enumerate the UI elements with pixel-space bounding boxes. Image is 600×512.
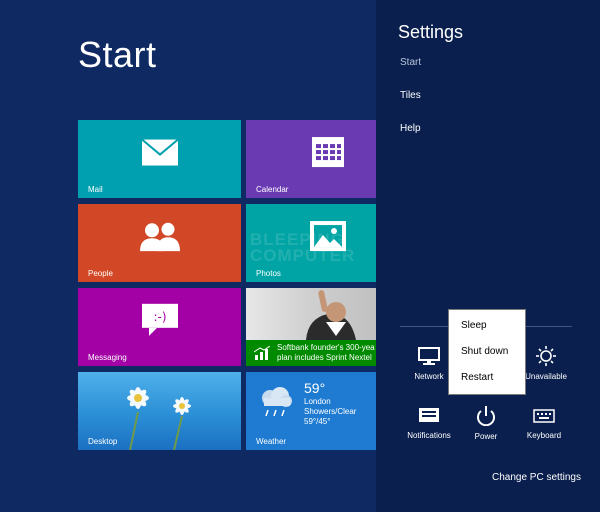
shutdown-option[interactable]: Shut down bbox=[461, 346, 508, 357]
messaging-icon: :-) bbox=[141, 303, 179, 342]
calendar-icon bbox=[311, 136, 345, 173]
tile-mail[interactable]: Mail bbox=[78, 120, 241, 198]
weather-rain-icon bbox=[258, 386, 294, 423]
weather-range: 59°/45° bbox=[304, 417, 331, 426]
settings-link-tiles[interactable]: Tiles bbox=[400, 90, 421, 101]
weather-city: London bbox=[304, 397, 331, 406]
tile-desktop-label: Desktop bbox=[88, 437, 118, 446]
tile-messaging-label: Messaging bbox=[88, 353, 127, 362]
power-menu: Sleep Shut down Restart bbox=[448, 309, 526, 395]
tile-people-label: People bbox=[88, 269, 113, 278]
restart-option[interactable]: Restart bbox=[461, 372, 493, 383]
watermark-line2: COMPUTER bbox=[250, 246, 356, 265]
notifications-icon bbox=[419, 408, 439, 422]
start-title: Start bbox=[78, 34, 157, 75]
settings-pane: Settings Start Tiles Help Network Unavai… bbox=[376, 0, 600, 512]
svg-text::-): :-) bbox=[153, 310, 166, 324]
power-label: Power bbox=[474, 432, 498, 441]
mail-icon bbox=[140, 138, 179, 172]
settings-title: Settings bbox=[398, 22, 464, 42]
weather-temp: 59° bbox=[304, 380, 326, 396]
tile-people[interactable]: People bbox=[78, 204, 241, 282]
watermark: BLEEPING COMPUTER bbox=[250, 231, 356, 265]
notifications-label: Notifications bbox=[407, 431, 451, 440]
notifications-button[interactable]: Notifications bbox=[399, 407, 459, 440]
tile-calendar-label: Calendar bbox=[256, 185, 289, 194]
news-headline-line2: plan includes Sprint Nextel bbox=[277, 353, 372, 362]
change-pc-settings-link[interactable]: Change PC settings bbox=[492, 472, 581, 483]
tile-mail-label: Mail bbox=[88, 185, 103, 194]
weather-condition: Showers/Clear bbox=[304, 407, 357, 416]
news-chart-icon bbox=[253, 345, 271, 365]
tile-messaging[interactable]: :-) Messaging bbox=[78, 288, 241, 366]
tile-photos-label: Photos bbox=[256, 269, 281, 278]
network-label: Network bbox=[414, 372, 444, 381]
tile-desktop[interactable]: Desktop bbox=[78, 372, 241, 450]
tile-weather-label: Weather bbox=[256, 437, 287, 446]
keyboard-button[interactable]: Keyboard bbox=[514, 407, 574, 440]
people-icon bbox=[138, 221, 182, 256]
sleep-option[interactable]: Sleep bbox=[461, 320, 487, 331]
network-icon bbox=[418, 347, 440, 365]
start-screen: Start Mail Calendar People Photos:-) Me… bbox=[0, 0, 409, 512]
keyboard-icon bbox=[533, 409, 555, 423]
power-icon bbox=[477, 406, 495, 426]
power-button[interactable]: Power bbox=[456, 406, 516, 441]
keyboard-label: Keyboard bbox=[526, 431, 562, 440]
brightness-icon bbox=[536, 346, 556, 366]
news-headline-line1: Softbank founder's 300-yea bbox=[277, 343, 375, 352]
settings-link-help[interactable]: Help bbox=[400, 123, 421, 134]
brightness-label: Unavailable bbox=[525, 372, 567, 381]
settings-link-start[interactable]: Start bbox=[400, 57, 421, 68]
